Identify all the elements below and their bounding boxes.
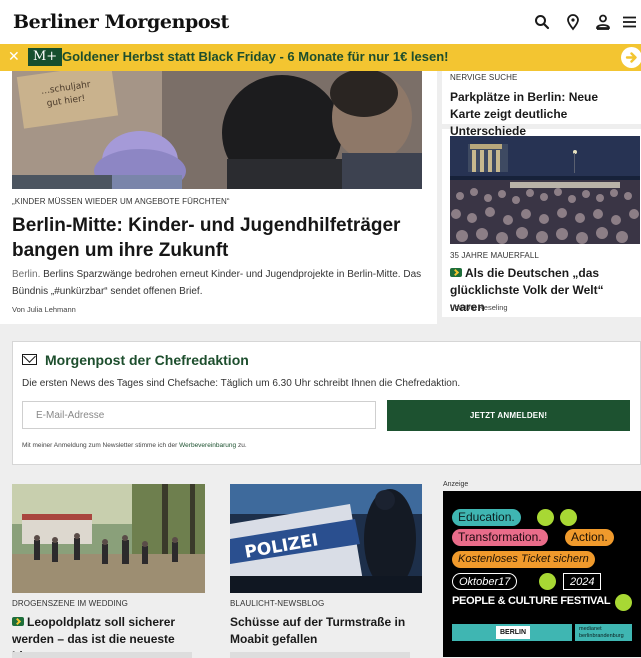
search-icon[interactable] [532,12,552,32]
ad-line-ticket[interactable]: Kostenloses Ticket sichern [452,551,595,568]
newsletter-title: Morgenpost der Chefredaktion [22,352,249,368]
lead-teaser-text: Berlins Sparzwänge bedrohen erneut Kinde… [12,269,422,297]
arrow-right-icon[interactable] [621,47,641,68]
bottom-kicker-2: BLAULICHT-NEWSBLOG [230,599,325,608]
ad-footer-medianet-1: medianet [579,626,602,632]
advertising-agreement-link[interactable]: Werbevereinbarung [179,442,236,449]
close-icon[interactable]: ✕ [8,48,20,65]
ad-footer-berlin: BERLIN [496,626,531,639]
location-pin-icon[interactable] [563,12,583,32]
bottom-headline-2[interactable]: Schüsse auf der Turmstraße in Moabit gef… [230,614,420,648]
bottom-teaser-2-cut [230,652,410,658]
legal-prefix: Mit meiner Anmeldung zum Newsletter stim… [22,442,178,449]
ad-festival-name: PEOPLE & CULTURE FESTIVAL [452,595,611,607]
plus-icon [12,617,24,626]
ad-line-date: Oktober17 [452,573,518,590]
ad-footer-medianet: medianet berlinbrandenburg [575,624,632,641]
lead-teaser: Berlin. Berlins Sparzwänge bedrohen erne… [12,266,422,300]
lead-kicker: „KINDER MÜSSEN WIEDER UM ANGEBOTE FÜRCHT… [12,197,230,206]
ad-line-action: Action. [565,529,614,546]
side-headline-1[interactable]: Parkplätze in Berlin: Neue Karte zeigt d… [450,89,630,140]
ad-label: Anzeige [443,481,469,488]
bottom-teaser-1-cut [12,652,192,658]
email-field[interactable] [22,401,376,429]
newsletter-legal: Mit meiner Anmeldung zum Newsletter stim… [22,442,247,449]
ad-line-year: 2024 [563,573,602,590]
ad-line-transformation: Transformation. [452,529,548,546]
lead-headline[interactable]: Berlin-Mitte: Kinder- und Jugendhilfeträ… [12,213,432,263]
bottom-article-image-1[interactable] [12,484,205,593]
lead-location: Berlin. [12,269,41,280]
site-logo[interactable]: Berliner Morgenpost [13,11,229,33]
ad-line-education: Education. [452,509,521,526]
envelope-icon [22,354,37,365]
side-kicker-1: NERVIGE SUCHE [450,73,518,82]
ad-footer-strip: BERLIN [452,624,572,641]
legal-suffix: zu. [237,442,247,449]
bottom-article-image-2[interactable]: POLIZEI [230,484,422,593]
lead-article-image[interactable]: …schuljahr gut hier! [12,71,422,189]
promo-banner[interactable]: ✕ M+ Goldener Herbst statt Black Friday … [0,44,641,71]
newsletter-description: Die ersten News des Tages sind Chefsache… [22,378,461,389]
newsletter-title-text: Morgenpost der Chefredaktion [45,352,249,368]
bars-icon [615,594,632,611]
user-icon[interactable] [593,12,613,32]
mplus-badge: M+ [28,48,63,66]
bottom-kicker-1: DROGENSZENE IM WEDDING [12,599,128,608]
side-kicker-2: 35 JAHRE MAUERFALL [450,251,539,260]
ad-footer-medianet-2: berlinbrandenburg [579,633,624,639]
lead-byline: Von Julia Lehmann [12,305,76,314]
plus-circle-icon [539,573,556,590]
menu-icon[interactable] [619,12,639,32]
side-article-image-2[interactable] [450,136,640,244]
promo-text[interactable]: Goldener Herbst statt Black Friday - 6 M… [62,49,448,64]
side-byline-2: Von Uta Keseling [450,303,508,312]
sun-icon [560,509,577,526]
heart-icon [537,509,554,526]
subscribe-button[interactable]: JETZT ANMELDEN! [387,400,630,431]
ad-banner[interactable]: Education. Transformation. Action. Koste… [443,491,641,657]
plus-icon [450,268,462,277]
site-header: Berliner Morgenpost [0,0,641,44]
